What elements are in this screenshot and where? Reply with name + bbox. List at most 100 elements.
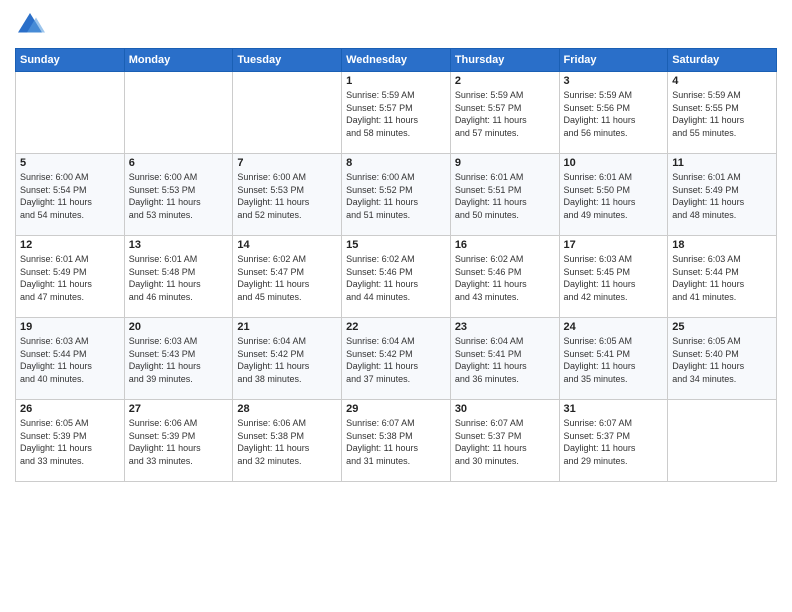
calendar-cell — [16, 72, 125, 154]
calendar-cell: 24Sunrise: 6:05 AM Sunset: 5:41 PM Dayli… — [559, 318, 668, 400]
day-info: Sunrise: 6:00 AM Sunset: 5:52 PM Dayligh… — [346, 171, 446, 221]
calendar-cell: 30 Sunrise: 6:07 AM Sunset: 5:37 PM Dayli… — [450, 400, 559, 482]
calendar-cell: 11 Sunrise: 6:01 AM Sunset: 5:49 PM Dayli… — [668, 154, 777, 236]
day-of-week-header: Thursday — [450, 49, 559, 72]
day-number: 17 — [564, 239, 664, 251]
day-number: 14 — [237, 239, 337, 251]
calendar-cell: 18Sunrise: 6:03 AM Sunset: 5:44 PM Dayli… — [668, 236, 777, 318]
day-number: 8 — [346, 157, 446, 169]
day-info: Sunrise: 6:05 AM Sunset: 5:41 PM Dayligh… — [564, 335, 664, 385]
calendar-cell: 12Sunrise: 6:01 AM Sunset: 5:49 PM Dayli… — [16, 236, 125, 318]
calendar-cell — [124, 72, 233, 154]
day-info: Sunrise: 6:05 AM Sunset: 5:40 PM Dayligh… — [672, 335, 772, 385]
day-info: Sunrise: 6:04 AM Sunset: 5:42 PM Dayligh… — [346, 335, 446, 385]
day-info: Sunrise: 6:00 AM Sunset: 5:54 PM Dayligh… — [20, 171, 120, 221]
calendar-header-row: SundayMondayTuesdayWednesdayThursdayFrid… — [16, 49, 777, 72]
calendar-cell: 1 Sunrise: 5:59 AM Sunset: 5:57 PM Daylig… — [342, 72, 451, 154]
calendar-cell: 13 Sunrise: 6:01 AM Sunset: 5:48 PM Dayli… — [124, 236, 233, 318]
day-of-week-header: Monday — [124, 49, 233, 72]
calendar-cell: 19 Sunrise: 6:03 AM Sunset: 5:44 PM Dayli… — [16, 318, 125, 400]
day-number: 19 — [20, 321, 120, 333]
calendar-cell: 9Sunrise: 6:01 AM Sunset: 5:51 PM Daylig… — [450, 154, 559, 236]
day-of-week-header: Wednesday — [342, 49, 451, 72]
day-info: Sunrise: 6:02 AM Sunset: 5:46 PM Dayligh… — [346, 253, 446, 303]
day-number: 31 — [564, 403, 664, 415]
page: SundayMondayTuesdayWednesdayThursdayFrid… — [0, 0, 792, 612]
calendar-cell: 3 Sunrise: 5:59 AM Sunset: 5:56 PM Daylig… — [559, 72, 668, 154]
calendar-cell: 5 Sunrise: 6:00 AM Sunset: 5:54 PM Daylig… — [16, 154, 125, 236]
day-number: 11 — [672, 157, 772, 169]
day-number: 5 — [20, 157, 120, 169]
calendar-cell: 29 Sunrise: 6:07 AM Sunset: 5:38 PM Dayli… — [342, 400, 451, 482]
calendar-cell: 28 Sunrise: 6:06 AM Sunset: 5:38 PM Dayli… — [233, 400, 342, 482]
calendar-cell: 20 Sunrise: 6:03 AM Sunset: 5:43 PM Dayli… — [124, 318, 233, 400]
day-number: 15 — [346, 239, 446, 251]
calendar-cell: 27Sunrise: 6:06 AM Sunset: 5:39 PM Dayli… — [124, 400, 233, 482]
day-number: 13 — [129, 239, 229, 251]
day-number: 7 — [237, 157, 337, 169]
day-info: Sunrise: 6:04 AM Sunset: 5:42 PM Dayligh… — [237, 335, 337, 385]
header — [15, 10, 777, 40]
calendar-cell: 31 Sunrise: 6:07 AM Sunset: 5:37 PM Dayli… — [559, 400, 668, 482]
calendar-table: SundayMondayTuesdayWednesdayThursdayFrid… — [15, 48, 777, 482]
day-number: 10 — [564, 157, 664, 169]
calendar-week-row: 1 Sunrise: 5:59 AM Sunset: 5:57 PM Daylig… — [16, 72, 777, 154]
day-info: Sunrise: 6:04 AM Sunset: 5:41 PM Dayligh… — [455, 335, 555, 385]
day-of-week-header: Sunday — [16, 49, 125, 72]
day-number: 16 — [455, 239, 555, 251]
day-of-week-header: Tuesday — [233, 49, 342, 72]
day-number: 1 — [346, 75, 446, 87]
day-info: Sunrise: 6:00 AM Sunset: 5:53 PM Dayligh… — [237, 171, 337, 221]
day-number: 20 — [129, 321, 229, 333]
day-info: Sunrise: 6:07 AM Sunset: 5:37 PM Dayligh… — [564, 417, 664, 467]
calendar-cell: 17 Sunrise: 6:03 AM Sunset: 5:45 PM Dayli… — [559, 236, 668, 318]
calendar-cell: 6Sunrise: 6:00 AM Sunset: 5:53 PM Daylig… — [124, 154, 233, 236]
day-info: Sunrise: 6:07 AM Sunset: 5:38 PM Dayligh… — [346, 417, 446, 467]
calendar-cell: 10 Sunrise: 6:01 AM Sunset: 5:50 PM Dayli… — [559, 154, 668, 236]
calendar-cell: 4Sunrise: 5:59 AM Sunset: 5:55 PM Daylig… — [668, 72, 777, 154]
day-info: Sunrise: 5:59 AM Sunset: 5:57 PM Dayligh… — [455, 89, 555, 139]
day-number: 26 — [20, 403, 120, 415]
calendar-cell: 22Sunrise: 6:04 AM Sunset: 5:42 PM Dayli… — [342, 318, 451, 400]
day-info: Sunrise: 6:02 AM Sunset: 5:47 PM Dayligh… — [237, 253, 337, 303]
day-of-week-header: Friday — [559, 49, 668, 72]
day-info: Sunrise: 6:06 AM Sunset: 5:39 PM Dayligh… — [129, 417, 229, 467]
day-info: Sunrise: 6:06 AM Sunset: 5:38 PM Dayligh… — [237, 417, 337, 467]
day-info: Sunrise: 6:03 AM Sunset: 5:45 PM Dayligh… — [564, 253, 664, 303]
day-number: 28 — [237, 403, 337, 415]
day-number: 23 — [455, 321, 555, 333]
calendar-cell: 14 Sunrise: 6:02 AM Sunset: 5:47 PM Dayli… — [233, 236, 342, 318]
day-number: 30 — [455, 403, 555, 415]
day-number: 25 — [672, 321, 772, 333]
calendar-cell — [233, 72, 342, 154]
day-info: Sunrise: 6:03 AM Sunset: 5:44 PM Dayligh… — [20, 335, 120, 385]
day-info: Sunrise: 6:07 AM Sunset: 5:37 PM Dayligh… — [455, 417, 555, 467]
day-info: Sunrise: 6:05 AM Sunset: 5:39 PM Dayligh… — [20, 417, 120, 467]
calendar-cell: 25 Sunrise: 6:05 AM Sunset: 5:40 PM Dayli… — [668, 318, 777, 400]
day-info: Sunrise: 5:59 AM Sunset: 5:57 PM Dayligh… — [346, 89, 446, 139]
calendar-week-row: 5 Sunrise: 6:00 AM Sunset: 5:54 PM Daylig… — [16, 154, 777, 236]
day-number: 21 — [237, 321, 337, 333]
day-number: 29 — [346, 403, 446, 415]
day-number: 6 — [129, 157, 229, 169]
day-number: 3 — [564, 75, 664, 87]
day-info: Sunrise: 6:03 AM Sunset: 5:43 PM Dayligh… — [129, 335, 229, 385]
logo — [15, 10, 49, 40]
calendar-cell: 15 Sunrise: 6:02 AM Sunset: 5:46 PM Dayli… — [342, 236, 451, 318]
day-info: Sunrise: 6:01 AM Sunset: 5:48 PM Dayligh… — [129, 253, 229, 303]
calendar-cell: 7 Sunrise: 6:00 AM Sunset: 5:53 PM Daylig… — [233, 154, 342, 236]
calendar-cell: 16 Sunrise: 6:02 AM Sunset: 5:46 PM Dayli… — [450, 236, 559, 318]
calendar-cell — [668, 400, 777, 482]
day-info: Sunrise: 6:02 AM Sunset: 5:46 PM Dayligh… — [455, 253, 555, 303]
calendar-cell: 21 Sunrise: 6:04 AM Sunset: 5:42 PM Dayli… — [233, 318, 342, 400]
day-info: Sunrise: 6:01 AM Sunset: 5:50 PM Dayligh… — [564, 171, 664, 221]
day-info: Sunrise: 5:59 AM Sunset: 5:56 PM Dayligh… — [564, 89, 664, 139]
day-of-week-header: Saturday — [668, 49, 777, 72]
calendar-cell: 2Sunrise: 5:59 AM Sunset: 5:57 PM Daylig… — [450, 72, 559, 154]
logo-icon — [15, 10, 45, 40]
day-number: 4 — [672, 75, 772, 87]
calendar-cell: 8 Sunrise: 6:00 AM Sunset: 5:52 PM Daylig… — [342, 154, 451, 236]
calendar-week-row: 26 Sunrise: 6:05 AM Sunset: 5:39 PM Dayli… — [16, 400, 777, 482]
day-info: Sunrise: 6:01 AM Sunset: 5:49 PM Dayligh… — [672, 171, 772, 221]
calendar-week-row: 12Sunrise: 6:01 AM Sunset: 5:49 PM Dayli… — [16, 236, 777, 318]
